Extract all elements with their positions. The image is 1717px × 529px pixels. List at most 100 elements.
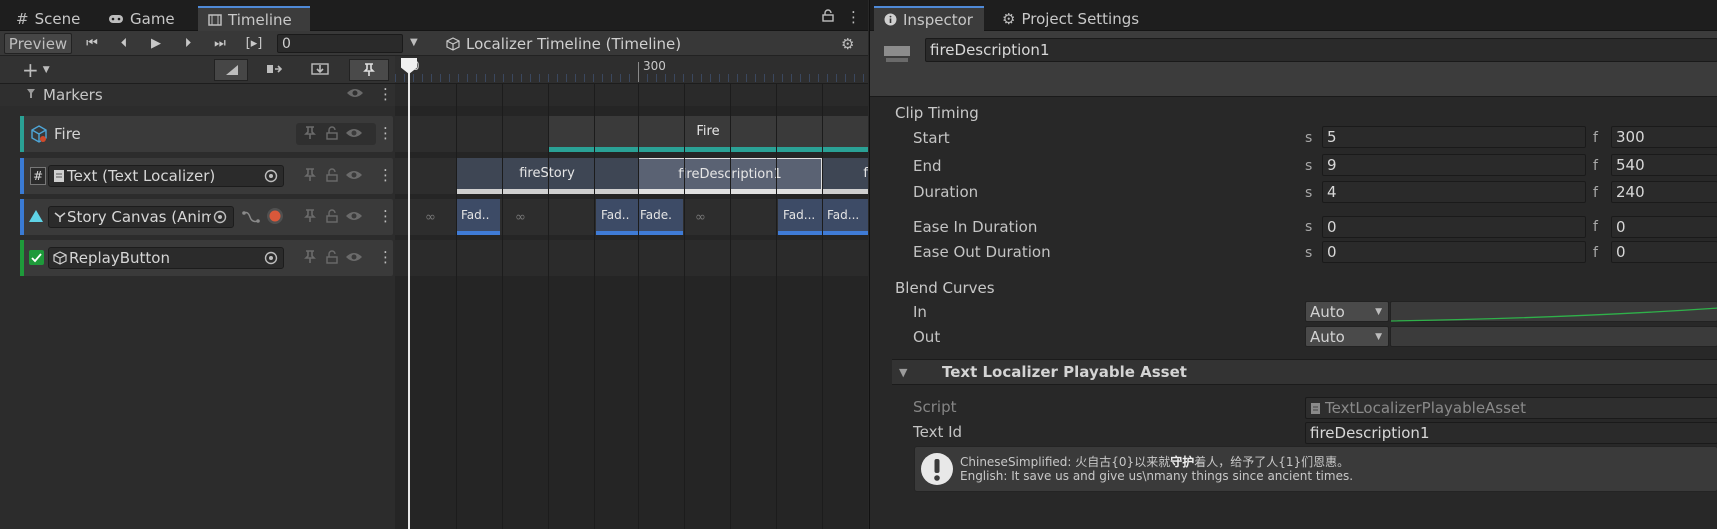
blend-out-dropdown[interactable]: Auto ▼ (1305, 326, 1389, 347)
tab-project-settings[interactable]: ⚙ Project Settings (992, 6, 1149, 31)
eye-icon[interactable] (345, 251, 363, 263)
plus-icon: + (22, 58, 39, 82)
target-icon[interactable] (264, 169, 278, 183)
cube-icon (446, 36, 460, 51)
target-icon[interactable] (213, 210, 227, 224)
previous-frame-icon[interactable]: ⏴ (111, 34, 137, 53)
info-icon (884, 13, 897, 26)
eye-icon[interactable] (345, 169, 363, 181)
end-seconds-input[interactable]: 9 (1322, 154, 1586, 176)
ease-out-seconds-input[interactable]: 0 (1322, 241, 1586, 263)
clip-fire-story[interactable]: fireStory (456, 158, 638, 194)
more-vertical-icon[interactable]: ⋮ (378, 166, 393, 184)
ripple-mode-button[interactable] (214, 59, 248, 81)
more-vertical-icon[interactable]: ⋮ (378, 85, 393, 103)
ease-in-seconds-input[interactable]: 0 (1322, 216, 1586, 238)
grid-line (456, 84, 457, 529)
clip-next[interactable]: f (822, 158, 868, 194)
more-vertical-icon[interactable]: ⋮ (378, 248, 393, 266)
inspector-header: fireDescription1 (870, 31, 1717, 97)
hash-icon: # (30, 167, 46, 185)
playhead-line[interactable] (408, 58, 410, 529)
blend-in-curve[interactable] (1390, 301, 1717, 322)
duration-frames-input[interactable]: 240 (1611, 181, 1717, 203)
time-ruler[interactable]: 0 300 (395, 56, 868, 84)
blend-in-label: In (913, 303, 927, 321)
end-frames-input[interactable]: 540 (1611, 154, 1717, 176)
bone-icon (53, 210, 67, 224)
next-frame-icon[interactable]: ⏵ (175, 34, 201, 53)
lock-icon[interactable] (326, 168, 338, 182)
help-line-english: English: It save us and give us\nmany th… (960, 469, 1354, 483)
timeline-asset-selector[interactable]: Localizer Timeline (Timeline) (446, 34, 681, 53)
clip-fire[interactable]: Fire (548, 116, 868, 152)
timeline-track-area[interactable]: Fire fireStory fireDescription1 f ∞ Fad.… (395, 84, 868, 529)
clip-fade[interactable]: Fade. (638, 199, 683, 235)
tab-game[interactable]: Game (98, 6, 185, 31)
pin-icon[interactable] (304, 209, 316, 223)
start-seconds-input[interactable]: 5 (1322, 126, 1586, 148)
eye-icon[interactable] (345, 127, 363, 139)
track-binding-field[interactable]: ReplayButton (48, 247, 284, 269)
clip-name-input[interactable]: fireDescription1 (925, 38, 1717, 62)
text-id-input[interactable]: fireDescription1 (1305, 422, 1717, 444)
goto-start-icon[interactable]: ⏮ (79, 34, 105, 53)
blend-in-dropdown[interactable]: Auto ▼ (1305, 301, 1389, 322)
pin-icon[interactable] (304, 250, 316, 264)
lock-icon[interactable] (822, 9, 834, 22)
eye-icon[interactable] (345, 210, 363, 222)
ease-out-frames-input[interactable]: 0 (1611, 241, 1717, 263)
gamepad-icon (108, 13, 124, 25)
grid-line (730, 84, 731, 529)
clip-fade[interactable]: Fad... (778, 199, 822, 235)
frame-input[interactable]: 0 (277, 34, 403, 53)
more-vertical-icon[interactable]: ⋮ (378, 124, 393, 142)
start-frames-input[interactable]: 300 (1611, 126, 1717, 148)
lane-story-canvas: ∞ Fad.. ∞ Fad.. Fade. ∞ Fad... Fad... (395, 199, 868, 235)
replace-mode-button[interactable] (303, 59, 337, 81)
duration-seconds-input[interactable]: 4 (1322, 181, 1586, 203)
pin-icon[interactable] (304, 168, 316, 182)
lock-icon[interactable] (326, 250, 338, 264)
tab-inspector[interactable]: Inspector (874, 6, 984, 31)
eye-icon[interactable] (346, 87, 364, 99)
more-vertical-icon[interactable]: ⋮ (378, 207, 393, 225)
preview-button[interactable]: Preview (4, 33, 72, 54)
goto-end-icon[interactable]: ⏭ (207, 34, 233, 53)
pin-icon[interactable] (304, 126, 316, 140)
ease-in-frames-input[interactable]: 0 (1611, 216, 1717, 238)
gear-icon[interactable]: ⚙ (841, 35, 854, 53)
record-icon[interactable] (266, 207, 284, 225)
clip-fade[interactable]: Fad... (822, 199, 868, 235)
activation-check-icon (29, 250, 44, 265)
clip-fade[interactable]: Fad.. (596, 199, 638, 235)
timeline-asset-name: Localizer Timeline (Timeline) (466, 34, 682, 53)
track-header-replay-button[interactable]: ReplayButton ⋮ (20, 240, 393, 276)
play-range-icon[interactable]: [▸] (241, 34, 267, 53)
timeline-toolbar: Preview ⏮ ⏴ ▶ ⏵ ⏭ [▸] 0 ▼ Localizer Time… (0, 31, 868, 56)
more-vertical-icon[interactable]: ⋮ (846, 8, 861, 26)
chevron-down-icon[interactable]: ▼ (410, 37, 418, 48)
track-header-fire[interactable]: Fire ⋮ (20, 116, 393, 152)
tab-timeline[interactable]: Timeline (198, 6, 310, 31)
clip-label: f (863, 166, 868, 181)
blend-out-curve[interactable] (1390, 326, 1717, 347)
clip-fade[interactable]: Fad.. (456, 199, 500, 235)
track-header-story-canvas[interactable]: Story Canvas (Anim ⋮ (20, 199, 393, 235)
film-icon (208, 13, 222, 26)
lock-icon[interactable] (326, 126, 338, 140)
mix-mode-button[interactable] (258, 59, 292, 81)
track-header-text-localizer[interactable]: # Text (Text Localizer) ⋮ (20, 158, 393, 194)
tab-inspector-label: Inspector (903, 10, 973, 29)
lock-icon[interactable] (326, 209, 338, 223)
asset-section-header[interactable]: ▼ Text Localizer Playable Asset (892, 359, 1717, 385)
curves-icon[interactable] (242, 209, 260, 225)
add-track-button[interactable]: + ▼ (22, 58, 66, 82)
tab-scene[interactable]: # Scene (6, 6, 90, 31)
track-binding-field[interactable]: Story Canvas (Anim (48, 206, 234, 228)
track-binding-field[interactable]: Text (Text Localizer) (48, 165, 284, 187)
target-icon[interactable] (264, 251, 278, 265)
pin-toggle-button[interactable] (349, 59, 389, 81)
play-icon[interactable]: ▶ (143, 34, 169, 53)
markers-lane (395, 84, 868, 106)
